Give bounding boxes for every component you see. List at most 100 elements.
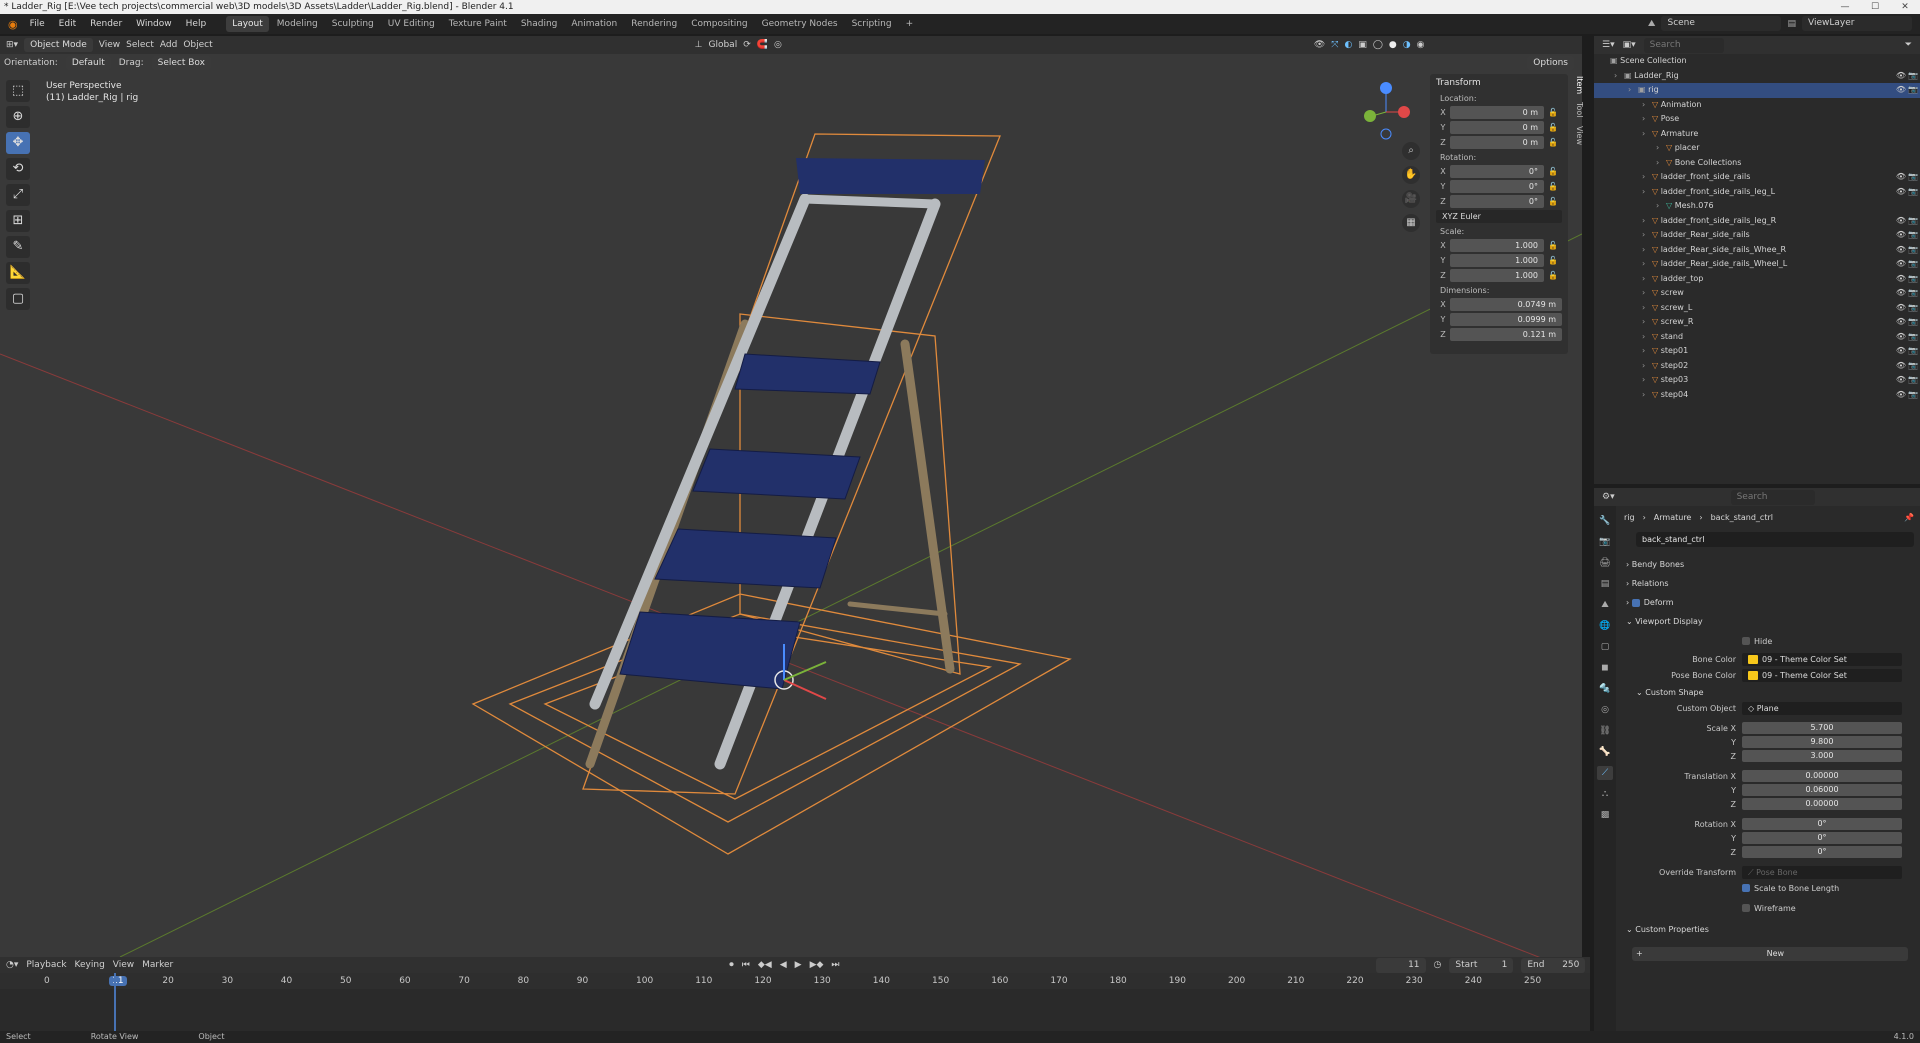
expand-arrow-icon[interactable]: ›	[1642, 373, 1652, 388]
visibility-eye-icon[interactable]: 👁	[1896, 388, 1906, 403]
select-box-tool-icon[interactable]: ⬚	[6, 80, 30, 102]
prev-key-icon[interactable]: ◆◀	[758, 960, 772, 970]
render-camera-icon[interactable]: 📷	[1908, 344, 1918, 359]
menu-marker[interactable]: Marker	[142, 960, 173, 970]
menu-window[interactable]: Window	[130, 16, 178, 32]
visibility-eye-icon[interactable]: 👁	[1896, 185, 1906, 200]
properties-editor-icon[interactable]: ⚙▾	[1602, 492, 1615, 502]
expand-arrow-icon[interactable]: ›	[1642, 359, 1652, 374]
location-z-field[interactable]: 0 m	[1450, 135, 1544, 149]
visibility-eye-icon[interactable]: 👁	[1896, 359, 1906, 374]
add-workspace-button[interactable]: +	[900, 16, 920, 32]
jump-end-icon[interactable]: ⏭	[831, 960, 839, 970]
timeline-editor-icon[interactable]: ◔▾	[6, 960, 18, 970]
menu-file[interactable]: File	[24, 16, 51, 32]
lock-icon[interactable]: 🔓	[1544, 182, 1562, 191]
translation-z-field[interactable]: 0.00000	[1742, 798, 1902, 810]
render-camera-icon[interactable]: 📷	[1908, 185, 1918, 200]
menu-help[interactable]: Help	[180, 16, 213, 32]
outliner-row[interactable]: › ▽ screw 👁 📷	[1594, 286, 1920, 301]
outliner-row[interactable]: ▣ Scene Collection	[1594, 54, 1920, 69]
visibility-eye-icon[interactable]: 👁	[1896, 286, 1906, 301]
expand-arrow-icon[interactable]: ›	[1642, 228, 1652, 243]
expand-arrow-icon[interactable]: ›	[1642, 257, 1652, 272]
ortho-grid-icon[interactable]: ▦	[1402, 214, 1420, 232]
transform-orientation-select[interactable]: Global	[708, 40, 737, 50]
visibility-eye-icon[interactable]: 👁	[1896, 228, 1906, 243]
annotate-tool-icon[interactable]: ✎	[6, 236, 30, 258]
visibility-eye-icon[interactable]: 👁	[1896, 272, 1906, 287]
menu-object[interactable]: Object	[183, 40, 212, 50]
outliner-row[interactable]: › ▽ placer	[1594, 141, 1920, 156]
view-layer-field[interactable]: ViewLayer	[1802, 16, 1912, 31]
maximize-icon[interactable]: ☐	[1860, 0, 1890, 14]
orientation-select[interactable]: Default	[65, 55, 111, 70]
outliner-row[interactable]: › ▽ Bone Collections	[1594, 156, 1920, 171]
outliner-row[interactable]: › ▽ step04 👁 📷	[1594, 388, 1920, 403]
transform-panel-title[interactable]: Transform	[1436, 78, 1562, 88]
menu-playback[interactable]: Playback	[26, 960, 66, 970]
render-camera-icon[interactable]: 📷	[1908, 69, 1918, 84]
rotation-z-field[interactable]: 0°	[1450, 194, 1544, 208]
visibility-eye-icon[interactable]: 👁	[1896, 315, 1906, 330]
custom-scale-z-field[interactable]: 3.000	[1742, 750, 1902, 762]
expand-arrow-icon[interactable]: ›	[1642, 330, 1652, 345]
scale-x-field[interactable]: 1.000	[1450, 238, 1544, 252]
bone-color-select[interactable]: 09 - Theme Color Set	[1742, 652, 1902, 666]
panel-custom-properties[interactable]: ⌄ Custom Properties	[1624, 920, 1914, 939]
menu-select[interactable]: Select	[126, 40, 154, 50]
outliner-row[interactable]: › ▣ rig 👁 📷	[1594, 83, 1920, 98]
panel-relations[interactable]: › Relations	[1624, 574, 1914, 593]
outliner-row[interactable]: › ▽ Armature	[1594, 127, 1920, 142]
custom-scale-x-field[interactable]: 5.700	[1742, 722, 1902, 734]
tool-tab-icon[interactable]: 🔧	[1597, 514, 1613, 528]
visibility-eye-icon[interactable]: 👁	[1896, 330, 1906, 345]
lock-icon[interactable]: 🔓	[1544, 123, 1562, 132]
expand-arrow-icon[interactable]: ›	[1656, 199, 1666, 214]
outliner-row[interactable]: › ▽ ladder_top 👁 📷	[1594, 272, 1920, 287]
outliner-row[interactable]: › ▽ screw_R 👁 📷	[1594, 315, 1920, 330]
panel-viewport-display[interactable]: ⌄ Viewport Display	[1624, 612, 1914, 631]
jump-start-icon[interactable]: ⏮	[742, 960, 750, 970]
add-cube-tool-icon[interactable]: ▢	[6, 288, 30, 310]
modifier-tab-icon[interactable]: 🔩	[1597, 682, 1613, 696]
options-button[interactable]: Options	[1527, 55, 1574, 70]
blender-logo-icon[interactable]: ◉	[4, 18, 22, 31]
wireframe-checkbox[interactable]: Wireframe	[1742, 904, 1796, 913]
visibility-eye-icon[interactable]: 👁	[1896, 301, 1906, 316]
custom-rotation-x-field[interactable]: 0°	[1742, 818, 1902, 830]
start-frame-field[interactable]: Start 1	[1449, 957, 1514, 973]
render-camera-icon[interactable]: 📷	[1908, 170, 1918, 185]
tab-modeling[interactable]: Modeling	[271, 16, 324, 32]
location-y-field[interactable]: 0 m	[1450, 120, 1544, 134]
render-camera-icon[interactable]: 📷	[1908, 83, 1918, 98]
shading-material-icon[interactable]: ◑	[1403, 40, 1411, 50]
expand-arrow-icon[interactable]: ›	[1642, 272, 1652, 287]
rotation-x-field[interactable]: 0°	[1450, 164, 1544, 178]
gizmo-toggle-icon[interactable]: ⤧	[1331, 40, 1338, 50]
expand-arrow-icon[interactable]: ›	[1642, 286, 1652, 301]
view-layer-tab-icon[interactable]: ▤	[1597, 577, 1613, 591]
overlay-toggle-icon[interactable]: ◐	[1344, 40, 1352, 50]
properties-search-input[interactable]: Search	[1730, 489, 1815, 505]
render-camera-icon[interactable]: 📷	[1908, 257, 1918, 272]
lock-icon[interactable]: 🔓	[1544, 256, 1562, 265]
camera-view-icon[interactable]: 🎥	[1402, 190, 1420, 208]
rotation-mode-select[interactable]: XYZ Euler	[1436, 210, 1562, 223]
current-frame-field[interactable]: 11	[1375, 957, 1426, 973]
outliner-row[interactable]: › ▽ step01 👁 📷	[1594, 344, 1920, 359]
tab-scripting[interactable]: Scripting	[846, 16, 898, 32]
play-icon[interactable]: ▶	[795, 960, 802, 970]
next-key-icon[interactable]: ▶◆	[810, 960, 824, 970]
shading-wireframe-icon[interactable]: ◯	[1373, 40, 1383, 50]
outliner-row[interactable]: › ▽ ladder_front_side_rails_leg_L 👁 📷	[1594, 185, 1920, 200]
outliner-row[interactable]: › ▽ ladder_Rear_side_rails_Whee_R 👁 📷	[1594, 243, 1920, 258]
visibility-eye-icon[interactable]: 👁	[1896, 170, 1906, 185]
tab-texture-paint[interactable]: Texture Paint	[443, 16, 513, 32]
visibility-eye-icon[interactable]: 👁	[1896, 373, 1906, 388]
breadcrumb-rig[interactable]: rig	[1624, 510, 1635, 526]
texture-tab-icon[interactable]: ▩	[1597, 808, 1613, 822]
rotate-tool-icon[interactable]: ⟲	[6, 158, 30, 180]
lock-icon[interactable]: 🔓	[1544, 167, 1562, 176]
proportional-edit-icon[interactable]: ◎	[774, 40, 782, 50]
